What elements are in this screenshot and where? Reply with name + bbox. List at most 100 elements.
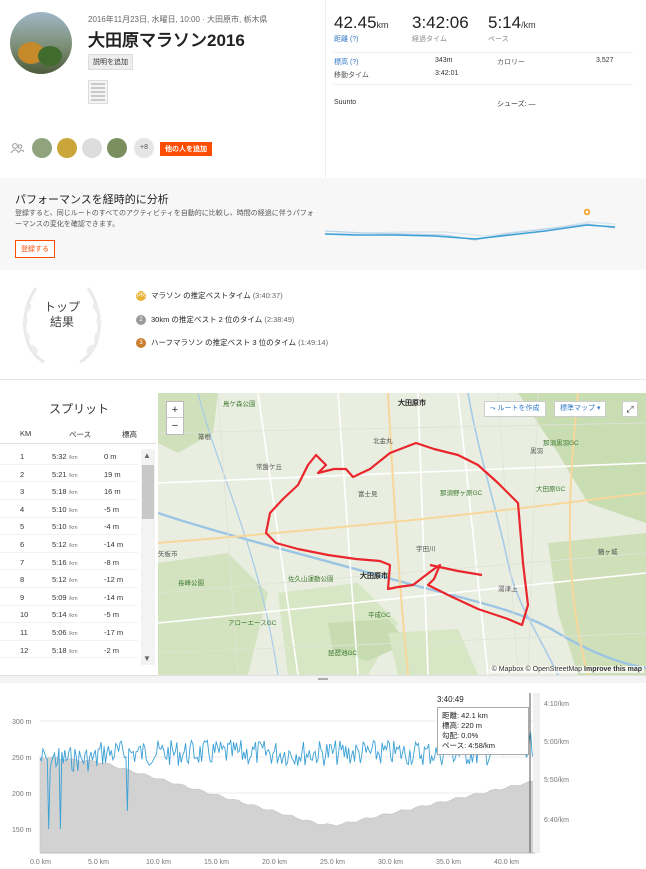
split-row: 4 5:10 /km -5 m bbox=[0, 502, 138, 518]
scroll-down-icon[interactable]: ▼ bbox=[143, 654, 151, 663]
split-km: 3 bbox=[20, 487, 25, 497]
splits-scrollbar[interactable]: ▲ ▼ bbox=[141, 449, 155, 665]
splits-title: スプリット bbox=[48, 402, 109, 416]
splits-panel: スプリット KM ペース 標高 1 5:32 /km 0 m 2 5:21 /km 19 … bbox=[0, 393, 158, 675]
map-label: 宇田川 bbox=[416, 546, 436, 553]
achievement-text: 30km の推定ベスト 2 位のタイム bbox=[151, 315, 263, 324]
achievement-item[interactable]: 3 ハーフマラソン の推定ベスト 3 位のタイム (1:49:14) bbox=[136, 337, 328, 349]
add-description-button[interactable]: 説明を追加 bbox=[88, 54, 133, 70]
participant-avatar-default[interactable] bbox=[82, 138, 102, 158]
tooltip-elevation: 標高: 220 m bbox=[442, 721, 483, 730]
group-icon bbox=[10, 143, 24, 154]
photo-thumbnail[interactable] bbox=[88, 80, 108, 104]
more-participants[interactable]: +8 bbox=[134, 138, 154, 158]
tooltip-pace: ペース: 4:58/km bbox=[442, 741, 495, 750]
pr-medal-icon: PR bbox=[136, 291, 146, 302]
improve-map-link[interactable]: Improve this map bbox=[584, 666, 642, 673]
activity-meta: 2016年11月23日, 水曜日, 10:00 · 大田原市, 栃木県 bbox=[88, 15, 268, 24]
calories-value: 3,527 bbox=[596, 57, 614, 64]
register-button[interactable]: 登録する bbox=[15, 240, 55, 258]
silver-medal-icon: 2 bbox=[136, 315, 146, 326]
pace-unit: /km bbox=[521, 20, 536, 30]
split-elev: -5 m bbox=[104, 610, 119, 620]
map-label: 黒羽 bbox=[530, 448, 543, 455]
chart-scroll-track bbox=[533, 693, 540, 853]
x-tick-label: 20.0 km bbox=[262, 859, 287, 866]
elevation-label[interactable]: 標高 (?) bbox=[334, 57, 359, 67]
scrollbar-thumb[interactable] bbox=[142, 465, 154, 519]
map-type-select[interactable]: 標準マップ ▾ bbox=[554, 401, 607, 417]
x-tick-label: 30.0 km bbox=[378, 859, 403, 866]
achievement-item[interactable]: 2 30km の推定ベスト 2 位のタイム (2:38:49) bbox=[136, 314, 295, 326]
split-row: 10 5:14 /km -5 m bbox=[0, 607, 138, 624]
performance-text: 登録すると、同じルートのすべてのアクティビティを自動的に比較し、時間の経過に伴う… bbox=[15, 210, 314, 228]
scroll-up-icon[interactable]: ▲ bbox=[143, 451, 151, 460]
split-elev: -14 m bbox=[104, 592, 124, 602]
hover-time: 3:40:49 bbox=[437, 695, 464, 704]
map-label: 箒根 bbox=[198, 434, 211, 441]
pace-label: ペース bbox=[488, 36, 509, 43]
map-label: 長峰公園 bbox=[178, 580, 204, 587]
y-tick-label: 150 m bbox=[12, 827, 32, 834]
y-tick-label: 300 m bbox=[12, 719, 32, 726]
device-name: Suunto bbox=[334, 99, 357, 106]
split-pace: 5:14 /km bbox=[52, 610, 78, 620]
stat-pace: 5:14/km ペース bbox=[488, 13, 536, 44]
elevation-chart-svg: 300 m 250 m 200 m 150 m 4:10/km 5:00/km 5:50/k… bbox=[12, 693, 569, 866]
x-tick-label: 40.0 km bbox=[494, 859, 519, 866]
chart-tooltip: 距離: 42.1 km 標高: 220 m 勾配: 0.0% ペース: 4:58… bbox=[437, 707, 529, 755]
top-results-title-line1: トップ bbox=[43, 300, 80, 314]
map-label: 佐久山運動公園 bbox=[288, 576, 334, 583]
zoom-in-button[interactable]: + bbox=[167, 402, 183, 418]
split-km: 6 bbox=[20, 540, 25, 549]
split-elev: -2 m bbox=[104, 645, 119, 655]
split-elev: -4 m bbox=[104, 522, 119, 532]
split-pace: 5:06 /km bbox=[52, 628, 78, 637]
x-tick-label: 10.0 km bbox=[146, 859, 171, 866]
fullscreen-button[interactable]: ⤢ bbox=[622, 401, 638, 417]
participant-avatar[interactable] bbox=[57, 138, 77, 158]
splits-header-divider bbox=[0, 443, 156, 444]
map-label: 大田原市 bbox=[398, 400, 426, 407]
stat-distance: 42.45km 距離 (?) bbox=[334, 13, 389, 44]
map-label: 大田原市 bbox=[360, 573, 388, 580]
create-route-button[interactable]: ⤳ ルートを作成 bbox=[484, 401, 546, 417]
resize-handle[interactable] bbox=[0, 675, 646, 683]
pace-value: 5:14 bbox=[488, 13, 522, 32]
achievement-item[interactable]: PR マラソン の推定ベストタイム (3:40:37) bbox=[136, 290, 283, 302]
stats-divider bbox=[333, 84, 633, 85]
splits-header-pace: ペース bbox=[69, 430, 92, 439]
split-row: 5 5:10 /km -4 m bbox=[0, 519, 138, 536]
distance-label[interactable]: 距離 (?) bbox=[334, 34, 389, 44]
split-elev: -14 m bbox=[104, 540, 124, 549]
achievement-time: (2:38:49) bbox=[264, 315, 295, 324]
map-label: 北金丸 bbox=[373, 438, 393, 445]
tooltip-grade: 勾配: 0.0% bbox=[442, 731, 479, 740]
bronze-medal-icon: 3 bbox=[136, 338, 146, 349]
route-map[interactable]: 大田原市 鳥ケ森公園 常盤ケ丘 那須野ヶ原GC 大田原GC 那須黒羽GC 長峰公… bbox=[158, 393, 646, 675]
moving-time-value: 3:42:01 bbox=[435, 70, 459, 77]
split-km: 8 bbox=[20, 575, 25, 585]
map-label: 鶴ヶ城 bbox=[598, 549, 618, 556]
split-km: 2 bbox=[20, 469, 25, 479]
top-results-title-line2: 結果 bbox=[49, 315, 74, 329]
elevation-pace-chart[interactable]: 300 m 250 m 200 m 150 m 4:10/km 5:00/km 5:50/k… bbox=[0, 683, 646, 869]
activity-header: 2016年11月23日, 水曜日, 10:00 · 大田原市, 栃木県 大田原マ… bbox=[0, 0, 646, 178]
split-row: 8 5:12 /km -12 m bbox=[0, 572, 138, 588]
add-others-button[interactable]: 他の人を追加 bbox=[160, 142, 212, 156]
zoom-out-button[interactable]: − bbox=[167, 418, 183, 434]
attribution-text[interactable]: © Mapbox © OpenStreetMap bbox=[492, 666, 582, 673]
stat-elapsed: 3:42:06 経過タイム bbox=[412, 13, 469, 44]
distance-value: 42.45 bbox=[334, 13, 377, 32]
split-elev: -17 m bbox=[104, 628, 124, 637]
activity-title[interactable]: 大田原マラソン2016 bbox=[88, 26, 245, 51]
split-km: 5 bbox=[20, 522, 25, 532]
performance-title: パフォーマンスを経時的に分析 bbox=[15, 194, 169, 206]
y-tick-label: 250 m bbox=[12, 755, 32, 762]
athlete-avatar[interactable] bbox=[10, 12, 72, 74]
split-row: 2 5:21 /km 19 m bbox=[0, 467, 138, 483]
map-label: 湯津上 bbox=[498, 586, 518, 593]
participant-avatar[interactable] bbox=[107, 138, 127, 158]
split-pace: 5:18 /km bbox=[52, 487, 78, 497]
participant-avatar[interactable] bbox=[32, 138, 52, 158]
